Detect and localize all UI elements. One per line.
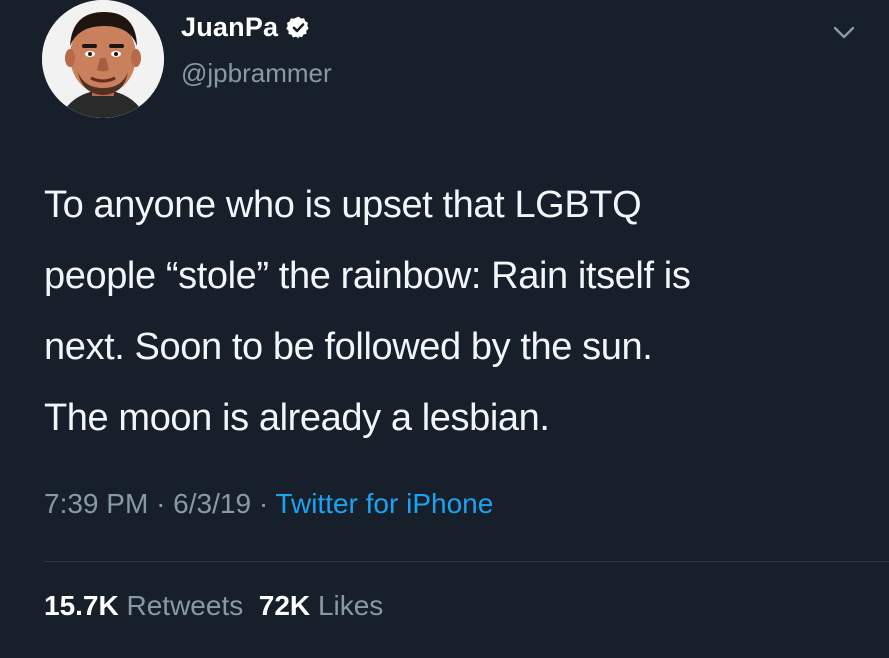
retweets-label: Retweets (126, 590, 244, 621)
tweet-card: JuanPa @jpbrammer To anyone who is upset… (0, 0, 889, 658)
user-name-row[interactable]: JuanPa (181, 12, 311, 43)
likes-label: Likes (317, 590, 384, 621)
tweet-text-line: people “stole” the rainbow: Rain itself … (44, 255, 691, 297)
likes-count: 72K (258, 590, 311, 621)
meta-separator: · (258, 488, 269, 519)
likes-stat[interactable]: 72K Likes (259, 590, 384, 621)
divider (44, 561, 889, 562)
tweet-time[interactable]: 7:39 PM (44, 488, 148, 519)
display-name[interactable]: JuanPa (181, 12, 278, 43)
user-handle[interactable]: @jpbrammer (181, 58, 332, 89)
avatar[interactable] (42, 0, 164, 118)
tweet-text-line: The moon is already a lesbian. (44, 397, 550, 439)
chevron-down-icon[interactable] (833, 26, 855, 40)
tweet-text-line: To anyone who is upset that LGBTQ (44, 184, 642, 226)
tweet-text: To anyone who is upset that LGBTQ people… (44, 170, 864, 454)
avatar-image (42, 0, 164, 118)
tweet-stats: 15.7K Retweets 72K Likes (44, 590, 383, 622)
retweets-stat[interactable]: 15.7K Retweets (44, 590, 243, 621)
verified-badge-icon (286, 15, 311, 40)
tweet-source-link[interactable]: Twitter for iPhone (275, 488, 493, 519)
retweets-count: 15.7K (44, 590, 119, 621)
tweet-text-line: next. Soon to be followed by the sun. (44, 326, 653, 368)
tweet-date[interactable]: 6/3/19 (173, 488, 251, 519)
tweet-meta: 7:39 PM · 6/3/19 · Twitter for iPhone (44, 488, 493, 520)
meta-separator: · (156, 488, 166, 519)
